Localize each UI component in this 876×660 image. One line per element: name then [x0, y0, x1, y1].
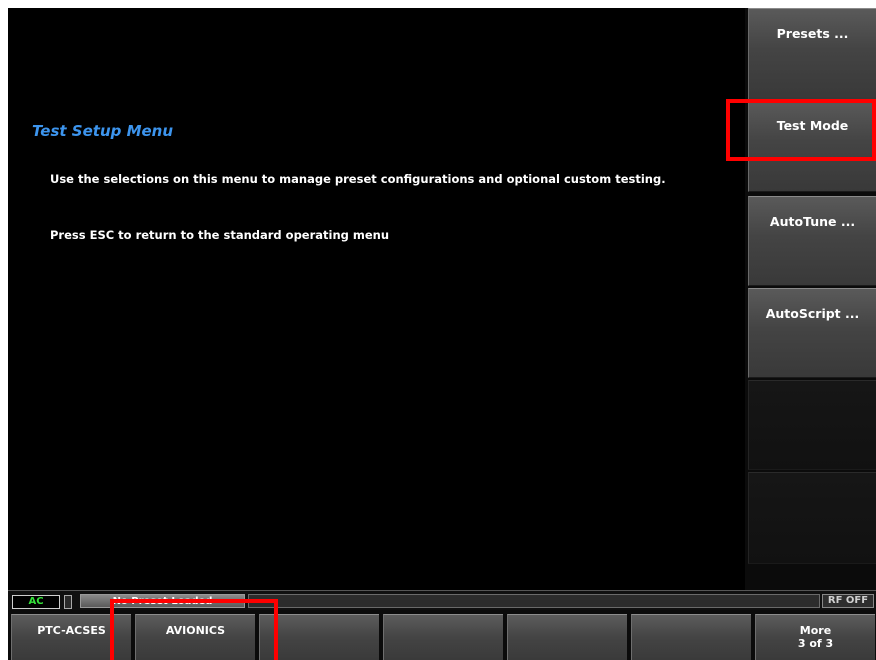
test-mode-softkey[interactable]: Test Mode: [748, 100, 876, 192]
autoscript-softkey[interactable]: AutoScript ...: [748, 288, 876, 378]
empty-softkey-5[interactable]: [748, 380, 876, 470]
status-bar: AC No Preset Loaded RF OFF: [8, 590, 876, 611]
autotune-softkey[interactable]: AutoTune ...: [748, 196, 876, 286]
preset-status: No Preset Loaded: [80, 594, 245, 608]
avionics-softkey[interactable]: AVIONICS: [135, 614, 255, 660]
bottom-softkey-row: PTC-ACSES AVIONICS More 3 of 3: [8, 610, 876, 660]
autotune-softkey-label: AutoTune ...: [769, 214, 856, 229]
ptc-acses-softkey[interactable]: PTC-ACSES: [11, 614, 131, 660]
instrument-display: Test Setup Menu Use the selections on th…: [8, 8, 876, 660]
empty-bottom-softkey-3[interactable]: [259, 614, 379, 660]
presets-softkey[interactable]: Presets ...: [748, 8, 876, 100]
menu-description: Use the selections on this menu to manag…: [50, 172, 666, 186]
power-source-indicator: AC: [12, 595, 60, 609]
battery-icon: [64, 595, 72, 609]
ptc-acses-softkey-label: PTC-ACSES: [37, 624, 106, 637]
main-panel: Test Setup Menu Use the selections on th…: [8, 8, 745, 590]
esc-hint: Press ESC to return to the standard oper…: [50, 228, 390, 242]
avionics-softkey-label: AVIONICS: [165, 624, 226, 637]
more-softkey-label: More 3 of 3: [797, 624, 834, 650]
empty-softkey-6[interactable]: [748, 472, 876, 564]
empty-bottom-softkey-5[interactable]: [507, 614, 627, 660]
presets-softkey-label: Presets ...: [776, 26, 849, 41]
rf-state-indicator: RF OFF: [822, 594, 874, 608]
empty-bottom-softkey-4[interactable]: [383, 614, 503, 660]
right-softkey-column: Presets ... Test Mode AutoTune ... AutoS…: [745, 8, 876, 590]
message-area: [248, 594, 820, 608]
test-mode-softkey-label: Test Mode: [776, 118, 849, 133]
more-softkey[interactable]: More 3 of 3: [755, 614, 875, 660]
menu-title: Test Setup Menu: [32, 122, 174, 140]
autoscript-softkey-label: AutoScript ...: [765, 306, 860, 321]
empty-bottom-softkey-6[interactable]: [631, 614, 751, 660]
